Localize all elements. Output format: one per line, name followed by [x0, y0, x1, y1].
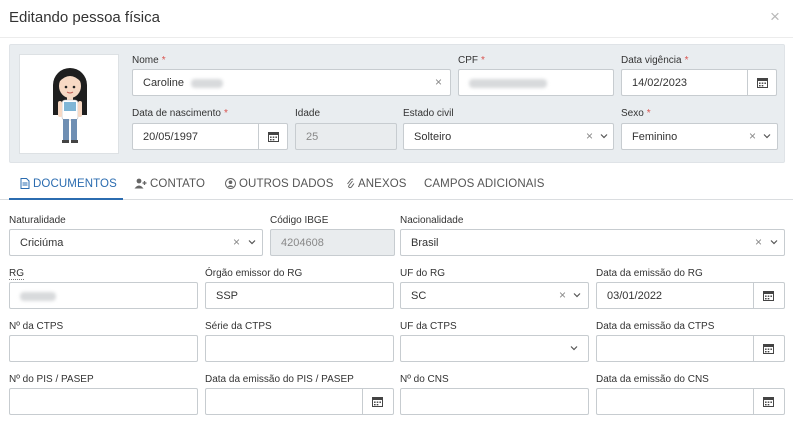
naturalidade-select[interactable]: Criciúma ×: [9, 229, 263, 256]
data-vigencia-input[interactable]: 14/02/2023: [621, 69, 748, 96]
estado-civil-select[interactable]: Solteiro ×: [403, 123, 614, 150]
active-tab-indicator: [9, 198, 123, 200]
data-emissao-pis-calendar-button[interactable]: [362, 388, 394, 415]
modal-header: Editando pessoa física ×: [0, 0, 793, 38]
chevron-down-icon: [763, 134, 771, 139]
chevron-down-icon: [770, 240, 778, 245]
calendar-icon: [763, 291, 774, 301]
rg-input[interactable]: [9, 282, 198, 309]
tab-documentos[interactable]: DOCUMENTOS: [20, 178, 117, 190]
data-emissao-ctps-label: Data da emissão da CTPS: [596, 321, 715, 332]
data-emissao-ctps-input[interactable]: [596, 335, 754, 362]
data-nascimento-input[interactable]: 20/05/1997: [132, 123, 259, 150]
codigo-ibge-input: 4204608: [270, 229, 395, 256]
codigo-ibge-label: Código IBGE: [270, 215, 329, 226]
avatar-illustration-icon: [53, 68, 87, 143]
clear-icon[interactable]: ×: [233, 235, 240, 249]
clear-icon[interactable]: ×: [586, 129, 593, 143]
modal-title: Editando pessoa física: [9, 9, 160, 26]
pis-pasep-input[interactable]: [9, 388, 198, 415]
data-emissao-rg-input[interactable]: 03/01/2022: [596, 282, 754, 309]
calendar-icon: [372, 397, 383, 407]
cpf-label: CPF *: [458, 55, 485, 66]
naturalidade-label: Naturalidade: [9, 215, 66, 226]
user-circle-icon: [225, 178, 236, 189]
chevron-down-icon: [570, 346, 578, 351]
calendar-icon: [763, 344, 774, 354]
paperclip-icon: [347, 178, 355, 189]
uf-ctps-select[interactable]: [400, 335, 589, 362]
data-vigencia-label: Data vigência *: [621, 55, 689, 66]
ctps-input[interactable]: [9, 335, 198, 362]
uf-rg-label: UF do RG: [400, 268, 446, 279]
chevron-down-icon: [600, 134, 608, 139]
cns-label: Nº do CNS: [400, 374, 449, 385]
serie-ctps-input[interactable]: [205, 335, 394, 362]
data-emissao-cns-label: Data da emissão do CNS: [596, 374, 709, 385]
clear-icon[interactable]: ×: [435, 75, 442, 89]
data-emissao-rg-calendar-button[interactable]: [753, 282, 785, 309]
calendar-icon: [268, 132, 279, 142]
data-emissao-pis-label: Data da emissão do PIS / PASEP: [205, 374, 354, 385]
clear-icon[interactable]: ×: [559, 288, 566, 302]
tab-bar: DOCUMENTOS CONTATO OUTROS DADOS ANEXOS C…: [0, 170, 793, 200]
data-vigencia-calendar-button[interactable]: [747, 69, 777, 96]
close-icon[interactable]: ×: [770, 8, 780, 25]
idade-label: Idade: [295, 108, 321, 119]
calendar-icon: [763, 397, 774, 407]
document-icon: [20, 178, 30, 189]
estado-civil-label: Estado civil: [403, 108, 454, 119]
orgao-emissor-label: Órgão emissor do RG: [205, 268, 303, 279]
data-emissao-rg-label: Data da emissão do RG: [596, 268, 703, 279]
data-emissao-ctps-calendar-button[interactable]: [753, 335, 785, 362]
data-emissao-cns-calendar-button[interactable]: [753, 388, 785, 415]
data-emissao-pis-input[interactable]: [205, 388, 363, 415]
chevron-down-icon: [573, 293, 581, 298]
cns-input[interactable]: [400, 388, 589, 415]
rg-label: RG: [9, 268, 24, 280]
avatar[interactable]: [19, 54, 119, 154]
sexo-label: Sexo *: [621, 108, 651, 119]
clear-icon[interactable]: ×: [749, 129, 756, 143]
uf-rg-select[interactable]: SC ×: [400, 282, 589, 309]
tab-campos-adicionais[interactable]: CAMPOS ADICIONAIS: [424, 178, 545, 190]
data-nascimento-label: Data de nascimento *: [132, 108, 228, 119]
data-nascimento-calendar-button[interactable]: [258, 123, 288, 150]
pis-pasep-label: Nº do PIS / PASEP: [9, 374, 94, 385]
nome-input[interactable]: Caroline ×: [132, 69, 451, 96]
clear-icon[interactable]: ×: [755, 235, 762, 249]
data-emissao-cns-input[interactable]: [596, 388, 754, 415]
orgao-emissor-input[interactable]: SSP: [205, 282, 394, 309]
tab-outros-dados[interactable]: OUTROS DADOS: [225, 178, 334, 190]
person-panel: Nome * Caroline × CPF * Data vigência * 14/…: [9, 44, 785, 163]
ctps-label: Nº da CTPS: [9, 321, 64, 332]
cpf-input[interactable]: [458, 69, 614, 96]
uf-ctps-label: UF da CTPS: [400, 321, 457, 332]
add-user-icon: [134, 178, 147, 189]
nacionalidade-select[interactable]: Brasil ×: [400, 229, 785, 256]
nacionalidade-label: Nacionalidade: [400, 215, 464, 226]
chevron-down-icon: [248, 240, 256, 245]
idade-input: 25: [295, 123, 397, 150]
tab-anexos[interactable]: ANEXOS: [346, 178, 407, 190]
nome-label: Nome *: [132, 55, 166, 66]
sexo-select[interactable]: Feminino ×: [621, 123, 778, 150]
serie-ctps-label: Série da CTPS: [205, 321, 272, 332]
calendar-icon: [757, 78, 768, 88]
tab-contato[interactable]: CONTATO: [134, 178, 205, 190]
